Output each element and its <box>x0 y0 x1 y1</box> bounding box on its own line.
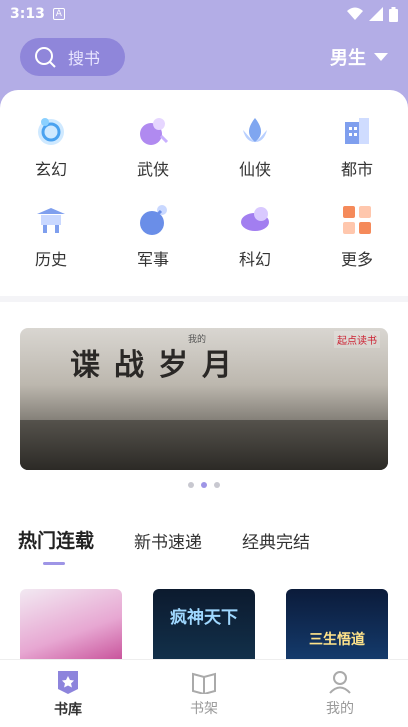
xianxia-icon <box>243 118 267 142</box>
notification-icon: A <box>52 8 65 20</box>
dushi-icon <box>345 118 369 144</box>
search-label: 搜书 <box>68 49 101 68</box>
category-label: 历史 <box>34 250 67 269</box>
category-label: 仙侠 <box>238 160 271 179</box>
category-kehuan[interactable]: 科幻 <box>204 202 306 270</box>
library-icon <box>58 670 78 694</box>
category-grid: 玄幻 武侠 仙侠 都市 历史 军事 科幻 更多 <box>0 112 408 270</box>
banner-logo: 起点读书 <box>334 331 380 348</box>
nav-bookshelf[interactable]: 书架 <box>136 660 272 727</box>
gender-selector[interactable]: 男生 <box>330 44 388 70</box>
book-tabs: 热门连载 新书速递 经典完结 <box>18 526 350 565</box>
nav-label: 我的 <box>326 700 354 717</box>
top-bar: 搜书 男生 <box>20 38 388 76</box>
book-cover[interactable]: 三生悟道 <box>286 589 388 659</box>
xuanhuan-icon <box>38 118 64 145</box>
battery-icon <box>389 6 398 22</box>
banner-image <box>20 420 388 470</box>
category-xuanhuan[interactable]: 玄幻 <box>0 112 102 180</box>
category-label: 武侠 <box>136 160 169 179</box>
category-wuxia[interactable]: 武侠 <box>102 112 204 180</box>
gender-label: 男生 <box>330 48 366 69</box>
wifi-icon <box>347 7 363 20</box>
book-title: 疯神天下 <box>170 608 238 628</box>
chevron-down-icon <box>374 53 388 61</box>
book-list: 疯神天下 三生悟道 <box>20 589 388 659</box>
tab-hot-serial[interactable]: 热门连载 <box>18 526 94 565</box>
category-card: 玄幻 武侠 仙侠 都市 历史 军事 科幻 更多 <box>0 90 408 300</box>
status-bar: 3:13 A <box>0 0 408 28</box>
carousel-dot <box>188 482 194 488</box>
book-title: 三生悟道 <box>309 632 365 648</box>
tab-new-books[interactable]: 新书速递 <box>134 528 202 553</box>
category-label: 更多 <box>340 250 373 269</box>
nav-library[interactable]: 书库 <box>0 660 136 727</box>
category-dushi[interactable]: 都市 <box>306 112 408 180</box>
nav-profile[interactable]: 我的 <box>272 660 408 727</box>
signal-icon <box>369 7 383 21</box>
status-icons <box>347 6 398 22</box>
bookshelf-icon <box>192 672 216 694</box>
search-button[interactable]: 搜书 <box>20 38 125 76</box>
category-label: 军事 <box>136 250 169 269</box>
lishi-icon <box>37 208 65 233</box>
kehuan-icon <box>241 207 269 231</box>
carousel-indicator <box>0 482 408 488</box>
tab-classic-complete[interactable]: 经典完结 <box>242 528 310 553</box>
category-label: 都市 <box>340 160 373 179</box>
carousel-dot <box>214 482 220 488</box>
book-cover[interactable]: 疯神天下 <box>153 589 255 659</box>
category-label: 科幻 <box>238 250 271 269</box>
more-grid-icon <box>343 206 371 234</box>
carousel-dot-active <box>201 482 207 488</box>
category-junshi[interactable]: 军事 <box>102 202 204 270</box>
status-time: 3:13 <box>10 6 45 22</box>
category-lishi[interactable]: 历史 <box>0 202 102 270</box>
bottom-navigation: 书库 书架 我的 <box>0 659 408 727</box>
profile-icon <box>329 670 351 694</box>
nav-label: 书库 <box>54 701 82 718</box>
wuxia-icon <box>140 118 169 145</box>
category-label: 玄幻 <box>34 160 67 179</box>
category-more[interactable]: 更多 <box>306 202 408 270</box>
nav-label: 书架 <box>190 700 218 717</box>
search-icon <box>35 47 56 68</box>
category-xianxia[interactable]: 仙侠 <box>204 112 306 180</box>
banner-title: 谍战岁月 <box>70 348 246 383</box>
banner-carousel[interactable]: 我的 起点读书 谍战岁月 <box>20 328 388 470</box>
book-cover[interactable] <box>20 589 122 659</box>
section-divider <box>0 296 408 302</box>
junshi-icon <box>140 205 167 235</box>
